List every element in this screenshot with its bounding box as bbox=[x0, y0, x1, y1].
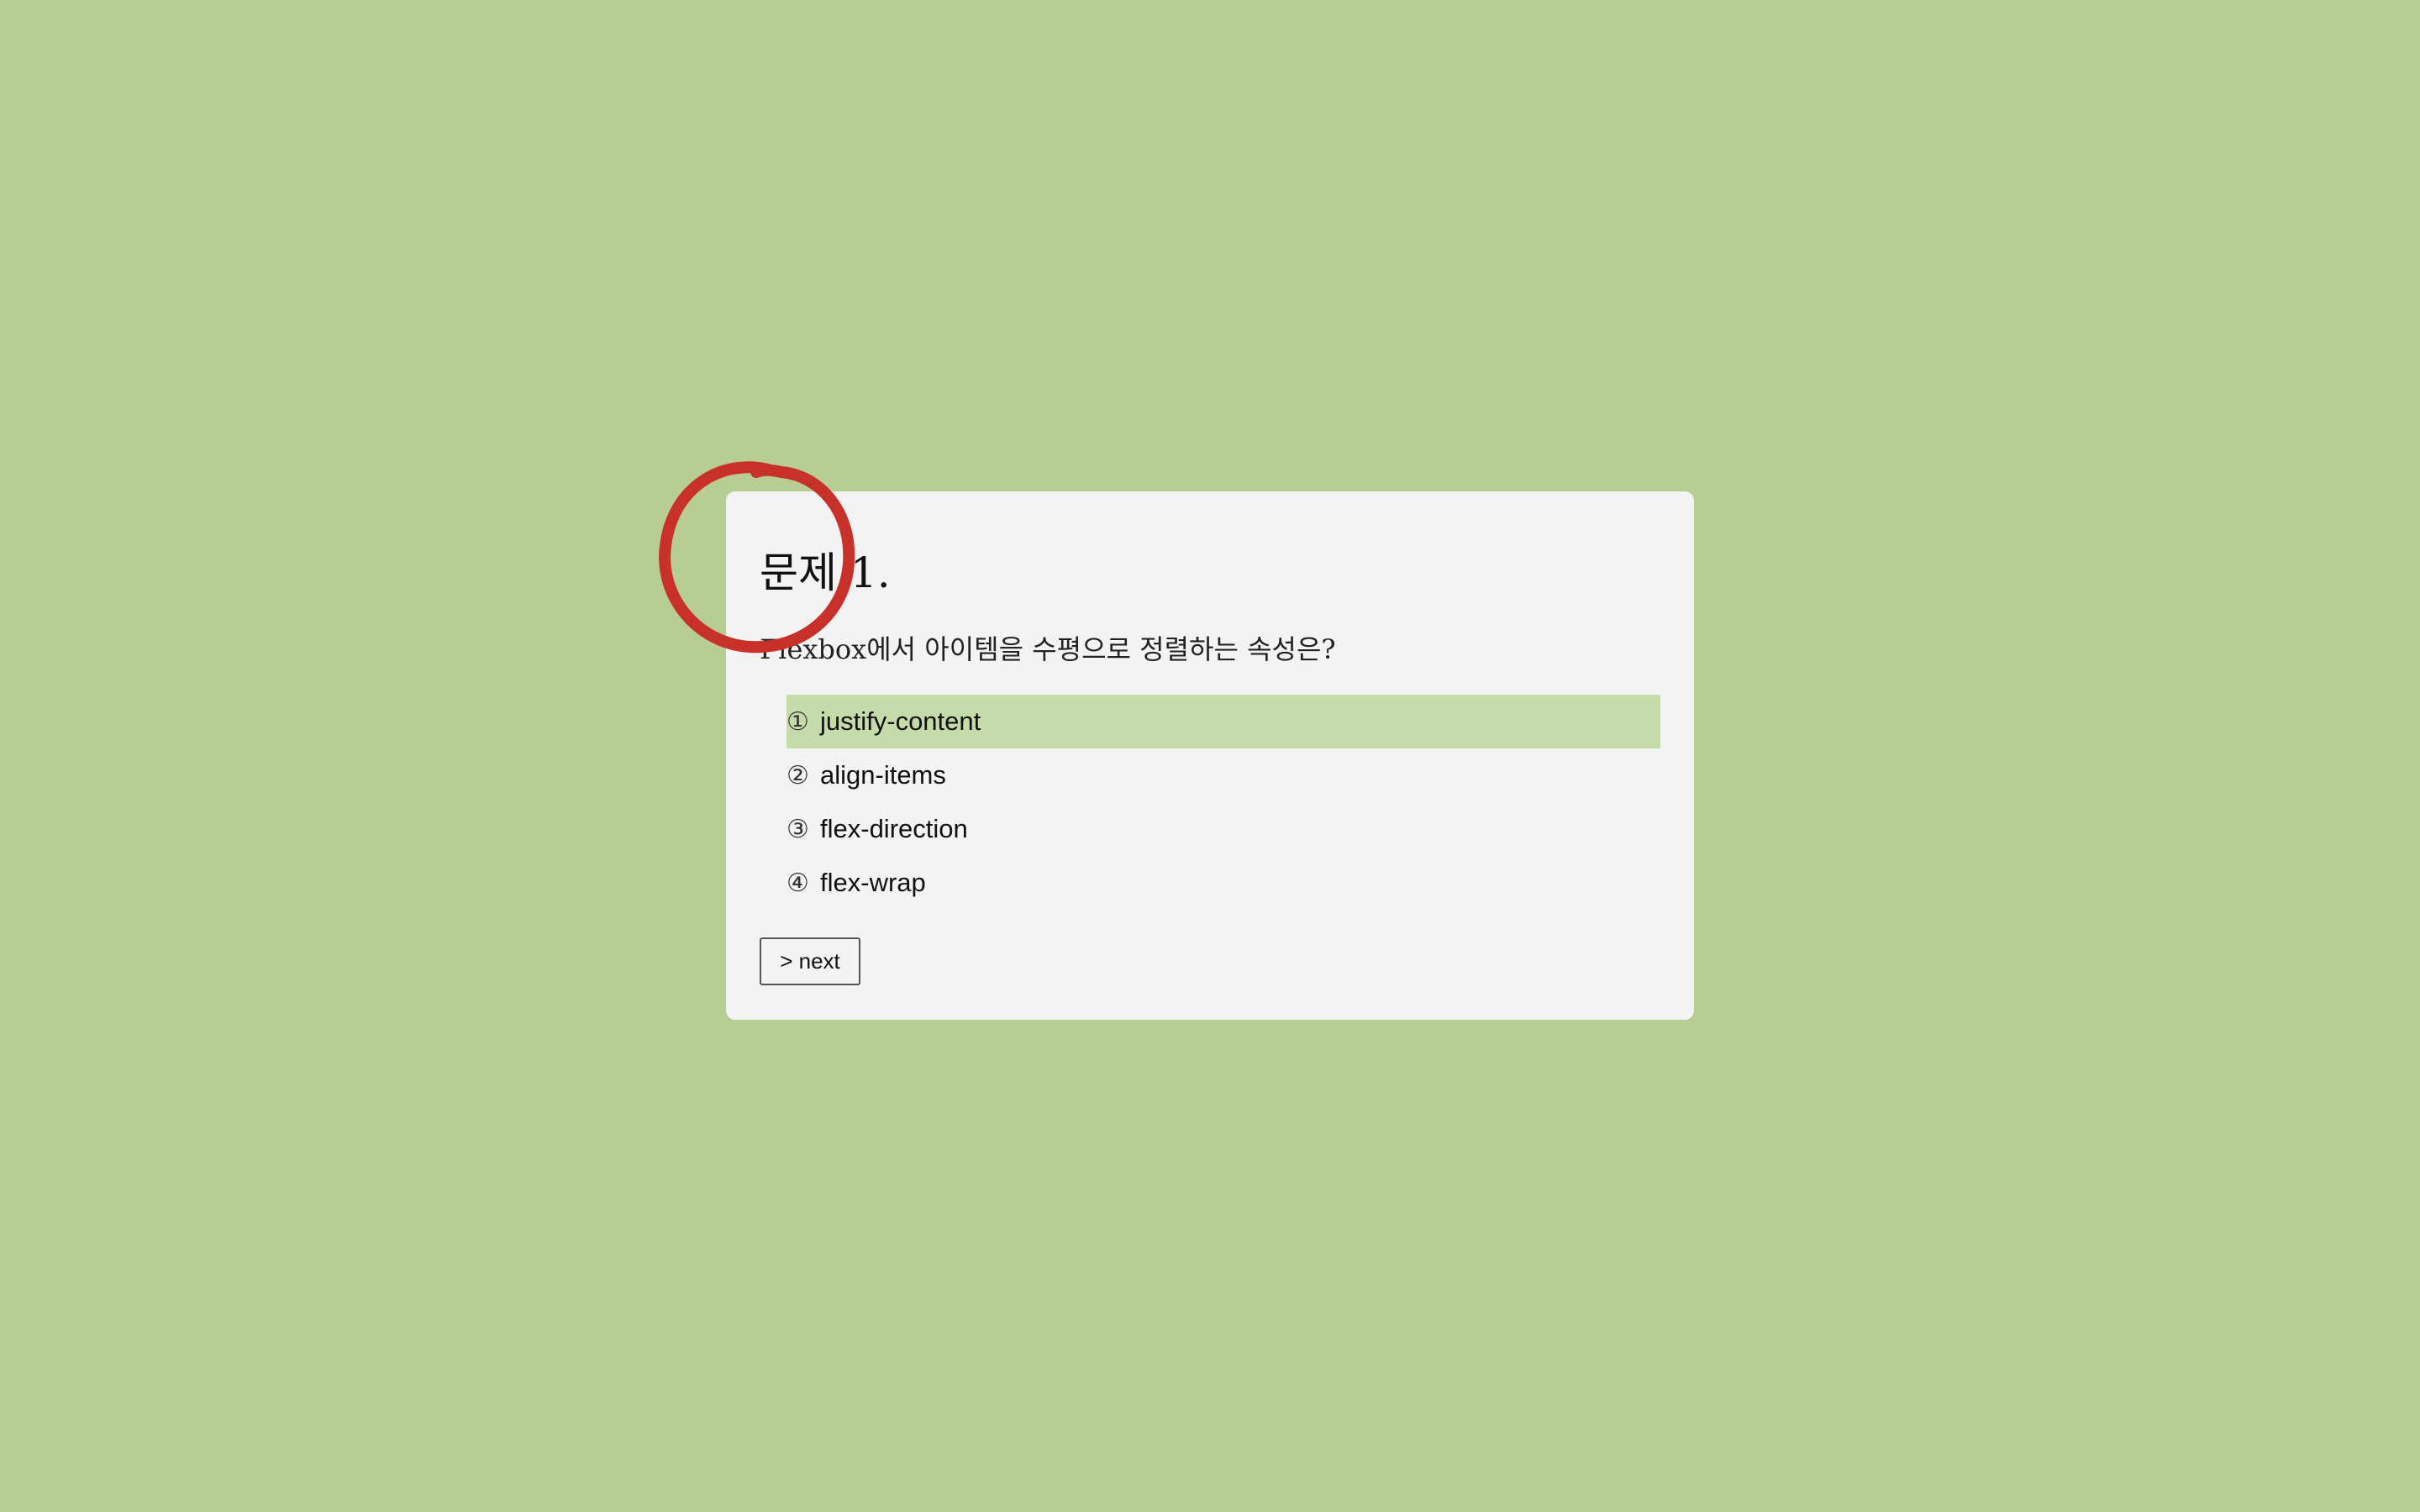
question-title: 문제 1. bbox=[760, 549, 891, 597]
option-number: ② bbox=[786, 760, 809, 790]
answer-options: ① justify-content ② align-items ③ flex-d… bbox=[786, 695, 1660, 910]
option-2[interactable]: ② align-items bbox=[786, 748, 1660, 802]
question-text: Flexbox에서 아이템을 수평으로 정렬하는 속성은? bbox=[760, 633, 1336, 665]
option-number: ① bbox=[786, 706, 809, 737]
option-number: ④ bbox=[786, 868, 809, 898]
quiz-card: 문제 1. Flexbox에서 아이템을 수평으로 정렬하는 속성은? ① ju… bbox=[726, 491, 1694, 1020]
option-label: justify-content bbox=[820, 706, 981, 736]
option-4[interactable]: ④ flex-wrap bbox=[786, 856, 1660, 910]
option-label: flex-wrap bbox=[820, 868, 926, 897]
option-number: ③ bbox=[786, 814, 809, 844]
option-label: flex-direction bbox=[820, 814, 968, 843]
option-1[interactable]: ① justify-content bbox=[786, 695, 1660, 748]
next-button[interactable]: > next bbox=[760, 937, 860, 985]
option-label: align-items bbox=[820, 760, 946, 790]
option-3[interactable]: ③ flex-direction bbox=[786, 802, 1660, 856]
